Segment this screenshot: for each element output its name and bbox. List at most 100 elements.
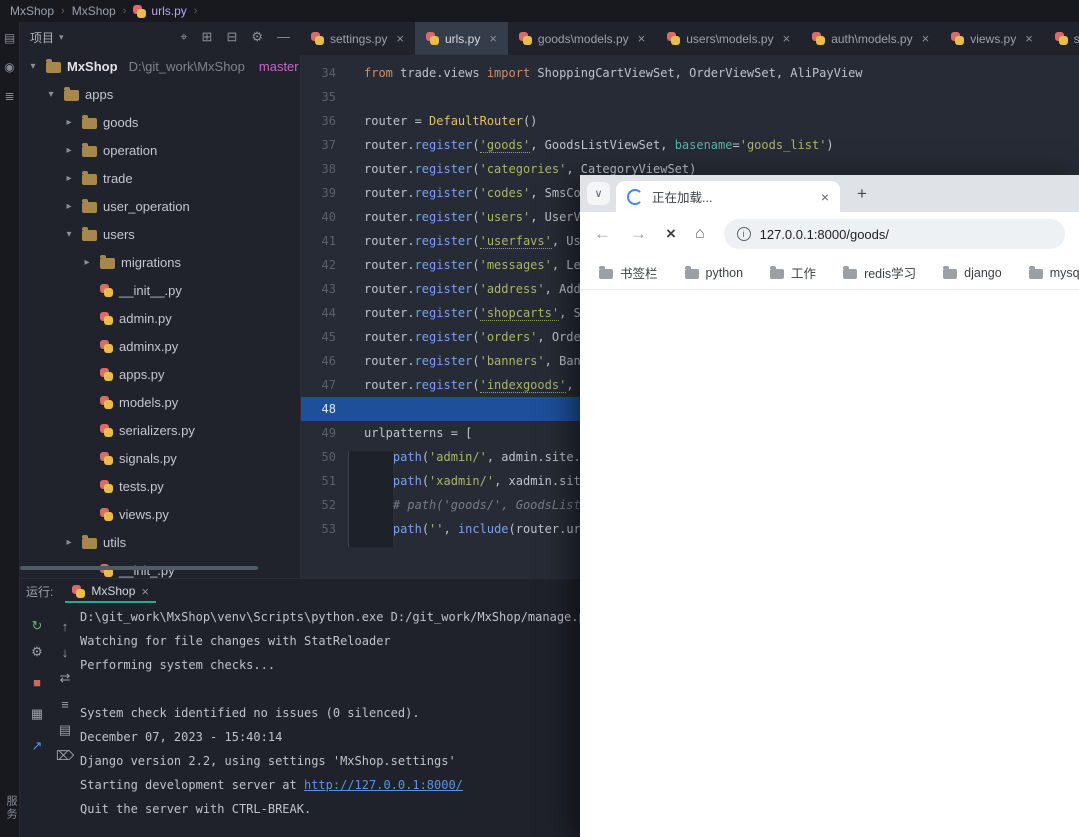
collapse-all-button[interactable]: ⊟ — [226, 29, 237, 45]
close-tab-icon[interactable]: × — [922, 31, 930, 46]
address-bar[interactable]: i 127.0.0.1:8000/goods/ — [723, 219, 1065, 249]
chevron-down-icon[interactable]: ▾ — [26, 61, 40, 72]
bookmark-item-2[interactable]: 工作 — [770, 263, 816, 282]
line-number[interactable]: 42 — [300, 253, 350, 277]
chevron-down-icon[interactable]: ▾ — [44, 89, 58, 100]
pin-tab-button[interactable]: ▦ — [28, 705, 46, 723]
stop-button[interactable]: ■ — [28, 673, 46, 691]
line-number[interactable]: 37 — [300, 133, 350, 157]
chevron-down-icon[interactable]: ▾ — [62, 229, 76, 240]
soft-wrap-button[interactable]: ≡ — [56, 695, 74, 713]
editor-tab-users-models-py[interactable]: users\models.py × — [656, 22, 801, 55]
project-view-dropdown[interactable]: 项目 ▾ — [30, 29, 64, 46]
forward-button[interactable]: → — [630, 224, 647, 244]
close-tab-icon[interactable]: × — [783, 31, 791, 46]
line-number[interactable]: 40 — [300, 205, 350, 229]
editor-tab-goods-models-py[interactable]: goods\models.py × — [508, 22, 656, 55]
tree-item-migrations[interactable]: ▸ migrations — [20, 248, 300, 276]
line-number[interactable]: 36 — [300, 109, 350, 133]
tree-item-apps-py[interactable]: apps.py — [20, 360, 300, 388]
tree-item--init-py[interactable]: __init__.py — [20, 276, 300, 304]
editor-tab-urls-py[interactable]: urls.py × — [414, 22, 508, 55]
tree-item-goods[interactable]: ▸ goods — [20, 108, 300, 136]
close-tab-icon[interactable]: × — [638, 31, 646, 46]
settings-gear-icon[interactable]: ⚙ — [251, 29, 263, 45]
structure-icon[interactable]: ≣ — [4, 90, 14, 102]
line-number[interactable]: 38 — [300, 157, 350, 181]
line-number[interactable]: 39 — [300, 181, 350, 205]
line-number[interactable]: 52 — [300, 493, 350, 517]
browser-tab[interactable]: 正在加载... × — [616, 181, 840, 212]
tree-item-admin-py[interactable]: admin.py — [20, 304, 300, 332]
breadcrumb-item-urls-py[interactable]: urls.py — [133, 4, 187, 18]
line-number[interactable]: 51 — [300, 469, 350, 493]
code-line-36[interactable]: 36 router = DefaultRouter() — [300, 109, 1079, 133]
editor-tab-auth-models-py[interactable]: auth\models.py × — [801, 22, 940, 55]
tree-item-tests-py[interactable]: tests.py — [20, 472, 300, 500]
breadcrumb-item-mxshop[interactable]: MxShop — [72, 4, 116, 18]
line-number[interactable]: 45 — [300, 325, 350, 349]
print-console-button[interactable]: ▤ — [56, 721, 74, 739]
line-number[interactable]: 48 — [300, 397, 350, 421]
tree-item-root-mxshop[interactable]: ▾ MxShop D:\git_work\MxShop master — [20, 52, 300, 80]
locate-file-button[interactable]: ⌖ — [180, 29, 187, 45]
chevron-right-icon[interactable]: ▸ — [62, 145, 76, 156]
services-tool-button[interactable]: 服务 — [0, 795, 19, 821]
up-stack-button[interactable]: ↑ — [56, 617, 74, 635]
breadcrumb-item-mxshop[interactable]: MxShop — [10, 4, 54, 18]
close-tab-icon[interactable]: × — [396, 31, 404, 46]
project-icon[interactable]: ▤ — [4, 32, 15, 44]
bookmark-item-1[interactable]: python — [684, 265, 743, 280]
scroll-to-end-button[interactable]: ↗ — [28, 737, 46, 755]
home-button[interactable]: ⌂ — [695, 225, 705, 243]
close-tab-icon[interactable]: × — [141, 584, 149, 599]
bookmark-item-0[interactable]: 书签栏 — [599, 263, 658, 282]
new-tab-button[interactable]: + — [850, 182, 874, 206]
line-number[interactable]: 46 — [300, 349, 350, 373]
close-tab-icon[interactable]: × — [1025, 31, 1033, 46]
tree-item-views-py[interactable]: views.py — [20, 500, 300, 528]
line-number[interactable]: 43 — [300, 277, 350, 301]
chevron-right-icon[interactable]: ▸ — [62, 537, 76, 548]
tree-item-models-py[interactable]: models.py — [20, 388, 300, 416]
editor-tab-views-py[interactable]: views.py × — [940, 22, 1044, 55]
clear-console-button[interactable]: ⌦ — [56, 747, 74, 765]
down-stack-button[interactable]: ↓ — [56, 643, 74, 661]
line-number[interactable]: 44 — [300, 301, 350, 325]
line-number[interactable]: 50 — [300, 445, 350, 469]
line-number[interactable]: 41 — [300, 229, 350, 253]
chevron-right-icon[interactable]: ▸ — [62, 117, 76, 128]
edit-configuration-button[interactable]: ⚙ — [28, 643, 46, 661]
chevron-right-icon[interactable]: ▸ — [62, 173, 76, 184]
tree-item-apps[interactable]: ▾ apps — [20, 80, 300, 108]
line-number[interactable]: 47 — [300, 373, 350, 397]
back-button[interactable]: ← — [594, 224, 611, 244]
bookmark-item-4[interactable]: django — [943, 265, 1002, 280]
editor-tab-ser[interactable]: ser× — [1044, 22, 1079, 55]
commit-icon[interactable]: ◉ — [4, 61, 14, 73]
tree-item-trade[interactable]: ▸ trade — [20, 164, 300, 192]
bookmark-item-5[interactable]: mysql — [1028, 265, 1079, 280]
tree-item-user-operation[interactable]: ▸ user_operation — [20, 192, 300, 220]
expand-all-button[interactable]: ⊞ — [202, 29, 213, 45]
tree-item-adminx-py[interactable]: adminx.py — [20, 332, 300, 360]
tree-item-signals-py[interactable]: signals.py — [20, 444, 300, 472]
editor-tab-settings-py[interactable]: settings.py × — [300, 22, 415, 55]
chevron-right-icon[interactable]: ▸ — [80, 257, 94, 268]
chevron-right-icon[interactable]: ▸ — [62, 201, 76, 212]
line-number[interactable]: 35 — [300, 85, 350, 109]
tree-item-utils[interactable]: ▸ utils — [20, 528, 300, 556]
close-tab-icon[interactable]: × — [821, 189, 829, 205]
run-tab-mxshop[interactable]: MxShop × — [65, 579, 156, 603]
tree-item-serializers-py[interactable]: serializers.py — [20, 416, 300, 444]
hide-panel-button[interactable]: — — [277, 29, 290, 45]
stop-loading-button[interactable]: × — [666, 224, 676, 244]
code-line-35[interactable]: 35 — [300, 85, 1079, 109]
bookmark-item-3[interactable]: redis学习 — [843, 263, 916, 282]
horizontal-scrollbar[interactable] — [20, 566, 258, 570]
tree-item-operation[interactable]: ▸ operation — [20, 136, 300, 164]
line-number[interactable]: 49 — [300, 421, 350, 445]
line-number[interactable]: 34 — [300, 61, 350, 85]
code-line-37[interactable]: 37 router.register('goods', GoodsListView… — [300, 133, 1079, 157]
site-info-icon[interactable]: i — [736, 227, 751, 241]
